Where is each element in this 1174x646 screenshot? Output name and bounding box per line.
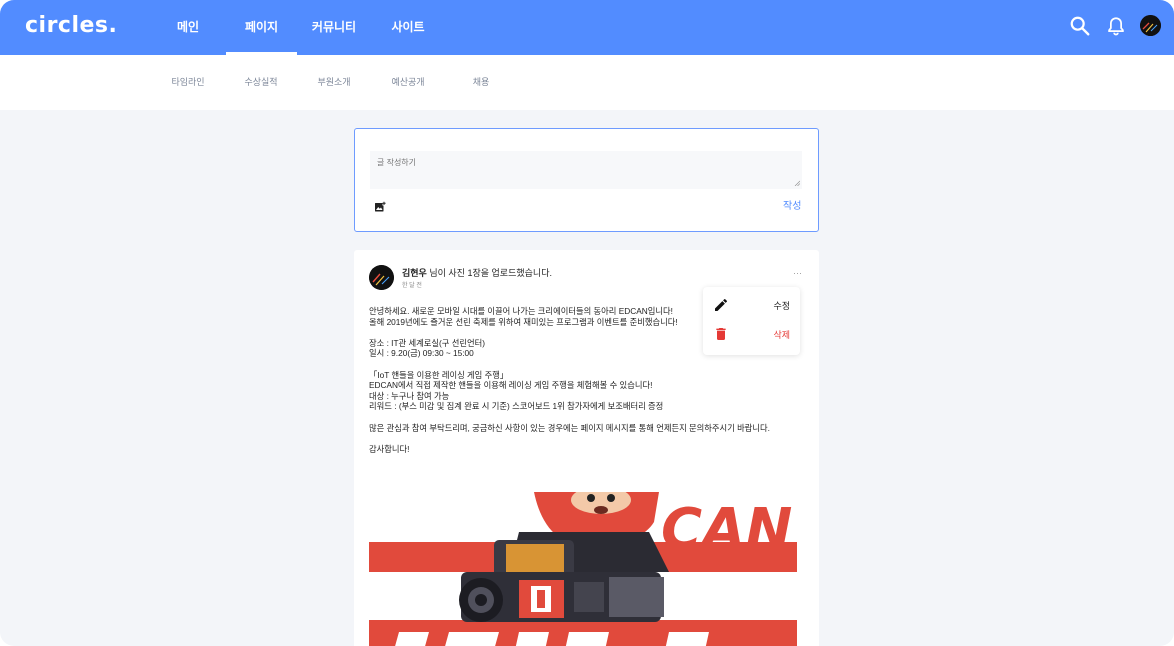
- top-bar: circles. 메인 페이지 커뮤니티 사이트: [0, 0, 1174, 55]
- post-composer: 작성: [354, 128, 819, 232]
- edit-label: 수정: [773, 301, 790, 311]
- image-can-text: CAN: [661, 497, 792, 562]
- add-photo-icon[interactable]: [374, 201, 386, 213]
- subnav-members[interactable]: 부원소개: [310, 55, 358, 110]
- edit-menu-item[interactable]: 수정: [703, 291, 800, 319]
- subnav-budget[interactable]: 예산공개: [384, 55, 432, 110]
- pencil-icon: [715, 299, 727, 311]
- post-input[interactable]: [370, 151, 802, 189]
- body-line: 리워드 : (부스 미감 및 집계 완료 시 기준) 스코어보드 1위 참가자에…: [369, 401, 664, 412]
- post-options-menu: 수정 삭제: [703, 287, 800, 355]
- post-action-text: 님이 사진 1장을 업로드했습니다.: [426, 268, 552, 278]
- delete-label: 삭제: [773, 330, 790, 340]
- post-image[interactable]: CAN: [369, 492, 797, 646]
- bell-icon[interactable]: [1105, 15, 1127, 37]
- subnav-timeline[interactable]: 타임라인: [164, 55, 212, 110]
- subnav-recruit[interactable]: 채용: [457, 55, 505, 110]
- body-line: 「IoT 핸들을 이용한 레이싱 게임 주행」: [369, 369, 509, 380]
- nav-main[interactable]: 메인: [166, 0, 210, 55]
- delete-menu-item[interactable]: 삭제: [703, 320, 800, 348]
- author-avatar[interactable]: [369, 265, 394, 290]
- app-window: circles. 메인 페이지 커뮤니티 사이트 타임라인 수상실적 부원소개 …: [0, 0, 1174, 646]
- author-name[interactable]: 김현우: [402, 268, 427, 278]
- logo[interactable]: circles.: [25, 13, 117, 38]
- more-options-icon[interactable]: ···: [793, 268, 802, 278]
- resize-grip-icon[interactable]: [794, 180, 800, 186]
- search-icon[interactable]: [1069, 15, 1091, 37]
- body-line: 대상 : 누구나 참여 가능: [369, 390, 450, 401]
- sub-nav: 타임라인 수상실적 부원소개 예산공개 채용: [0, 55, 1174, 110]
- body-line: 많은 관심과 참여 부탁드리며, 궁금하신 사항이 있는 경우에는 페이지 메시…: [369, 422, 770, 433]
- nav-page[interactable]: 페이지: [226, 0, 297, 55]
- trash-icon: [716, 328, 726, 340]
- nav-site[interactable]: 사이트: [384, 0, 432, 55]
- body-line: 감사합니다!: [369, 443, 410, 454]
- profile-avatar[interactable]: [1140, 15, 1161, 36]
- subnav-awards[interactable]: 수상실적: [237, 55, 285, 110]
- submit-post-button[interactable]: 작성: [783, 197, 801, 212]
- post-header: 김현우 님이 사진 1장을 업로드했습니다.: [402, 266, 552, 279]
- post-time: 한 달 전: [402, 283, 422, 289]
- nav-community[interactable]: 커뮤니티: [306, 0, 362, 55]
- body-line: EDCAN에서 직접 제작한 핸들을 이용해 레이싱 게임 주행을 체험해볼 수…: [369, 380, 653, 391]
